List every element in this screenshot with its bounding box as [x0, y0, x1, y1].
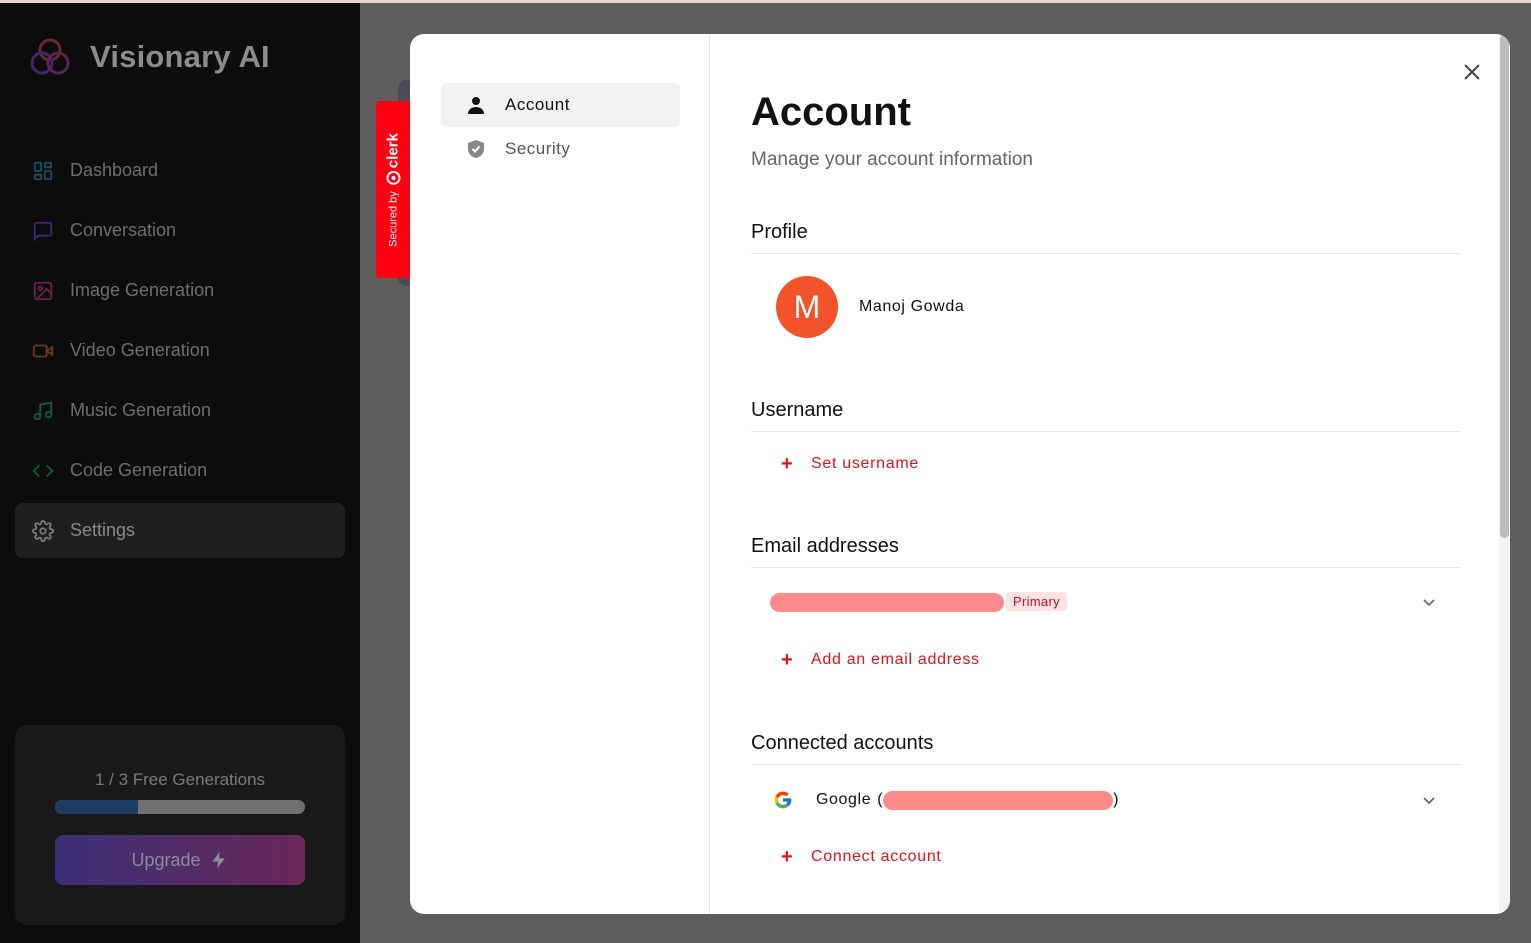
- profile-name: Manoj Gowda: [859, 298, 965, 315]
- sidebar-item-code-generation[interactable]: Code Generation: [15, 443, 345, 498]
- close-button[interactable]: [1460, 60, 1484, 84]
- sidebar-item-label: Music Generation: [70, 400, 212, 420]
- layout-dashboard-icon: [31, 159, 55, 183]
- chevron-down-icon[interactable]: [1419, 790, 1439, 810]
- add-email-button[interactable]: + Add an email address: [781, 649, 980, 671]
- plus-icon: +: [781, 649, 794, 671]
- username-section-title: Username: [751, 399, 844, 421]
- secured-by-text: Secured by: [387, 190, 399, 247]
- user-icon: [465, 94, 487, 116]
- sidebar-nav: Dashboard Conversation Image Generation …: [15, 143, 345, 563]
- tab-label: Account: [505, 95, 570, 114]
- action-label: Set username: [811, 455, 920, 472]
- redacted-email: [770, 593, 1004, 612]
- set-username-button[interactable]: + Set username: [781, 453, 920, 475]
- tab-label: Security: [505, 139, 571, 158]
- close-paren: ): [1113, 791, 1120, 808]
- app-name: Visionary AI: [90, 39, 270, 74]
- page-title: Account: [751, 90, 911, 134]
- clerk-brand-text: clerk: [384, 132, 402, 168]
- sidebar-item-music-generation[interactable]: Music Generation: [15, 383, 345, 438]
- chevron-down-icon[interactable]: [1419, 592, 1439, 612]
- connected-section-title: Connected accounts: [751, 732, 934, 754]
- clerk-logo-icon: [386, 170, 400, 185]
- google-icon: [774, 791, 792, 809]
- sidebar-item-label: Image Generation: [70, 280, 215, 300]
- sidebar-item-label: Conversation: [70, 220, 177, 240]
- sidebar-item-settings[interactable]: Settings: [15, 503, 345, 558]
- image-icon: [31, 279, 55, 303]
- tab-account[interactable]: Account: [441, 83, 680, 127]
- modal-nav: Account Security: [410, 34, 710, 914]
- page-subtitle: Manage your account information: [751, 149, 1033, 170]
- email-section-title: Email addresses: [751, 535, 899, 557]
- close-icon: [1464, 64, 1480, 80]
- progress-fill: [55, 800, 139, 814]
- free-generations-counter: 1 / 3 Free Generations: [94, 770, 266, 789]
- app-logo[interactable]: Visionary AI: [28, 35, 270, 79]
- connected-account-google[interactable]: Google ( ): [773, 787, 1460, 813]
- upgrade-label: Upgrade: [131, 849, 201, 870]
- primary-badge: Primary: [1006, 592, 1067, 611]
- sidebar-item-label: Dashboard: [70, 160, 159, 180]
- google-account-label: Google ( ): [816, 790, 1120, 810]
- sidebar-item-image-generation[interactable]: Image Generation: [15, 263, 345, 318]
- sidebar-item-label: Video Generation: [70, 340, 210, 360]
- avatar[interactable]: M: [776, 276, 838, 338]
- sidebar-item-label: Settings: [70, 520, 136, 540]
- plus-icon: +: [781, 453, 794, 475]
- profile-section-title: Profile: [751, 221, 808, 243]
- sidebar: Visionary AI Dashboard Conversation Imag…: [0, 3, 360, 943]
- divider: [751, 567, 1460, 568]
- sidebar-item-conversation[interactable]: Conversation: [15, 203, 345, 258]
- logo-icon: [30, 38, 70, 75]
- profile-row: M Manoj Gowda: [776, 276, 964, 338]
- message-square-icon: [31, 219, 55, 243]
- tab-security[interactable]: Security: [441, 127, 680, 171]
- action-label: Connect account: [811, 848, 942, 865]
- sidebar-item-label: Code Generation: [70, 460, 208, 480]
- divider: [751, 253, 1460, 254]
- connect-account-button[interactable]: + Connect account: [781, 846, 942, 868]
- provider-name: Google: [816, 791, 872, 808]
- music-icon: [31, 399, 55, 423]
- sidebar-item-video-generation[interactable]: Video Generation: [15, 323, 345, 378]
- free-generations-card: 1 / 3 Free Generations Upgrade: [15, 725, 345, 925]
- action-label: Add an email address: [811, 651, 980, 668]
- upgrade-button[interactable]: Upgrade: [55, 835, 305, 885]
- divider: [751, 764, 1460, 765]
- zap-icon: [211, 851, 225, 869]
- divider: [751, 431, 1460, 432]
- plus-icon: +: [781, 846, 794, 868]
- shield-check-icon: [465, 138, 487, 160]
- account-modal: Account Security Account Manage your acc…: [410, 34, 1510, 914]
- redacted-google-email: [883, 790, 1114, 810]
- email-row[interactable]: Primary: [751, 591, 1460, 613]
- sidebar-item-dashboard[interactable]: Dashboard: [15, 143, 345, 198]
- video-icon: [31, 339, 55, 363]
- free-generations-progress: [55, 800, 305, 814]
- clerk-secured-badge[interactable]: Secured by clerk: [376, 101, 410, 278]
- settings-icon: [31, 519, 55, 543]
- modal-scrollbar[interactable]: [1499, 34, 1510, 914]
- code-icon: [31, 459, 55, 483]
- scrollbar-thumb[interactable]: [1500, 34, 1509, 538]
